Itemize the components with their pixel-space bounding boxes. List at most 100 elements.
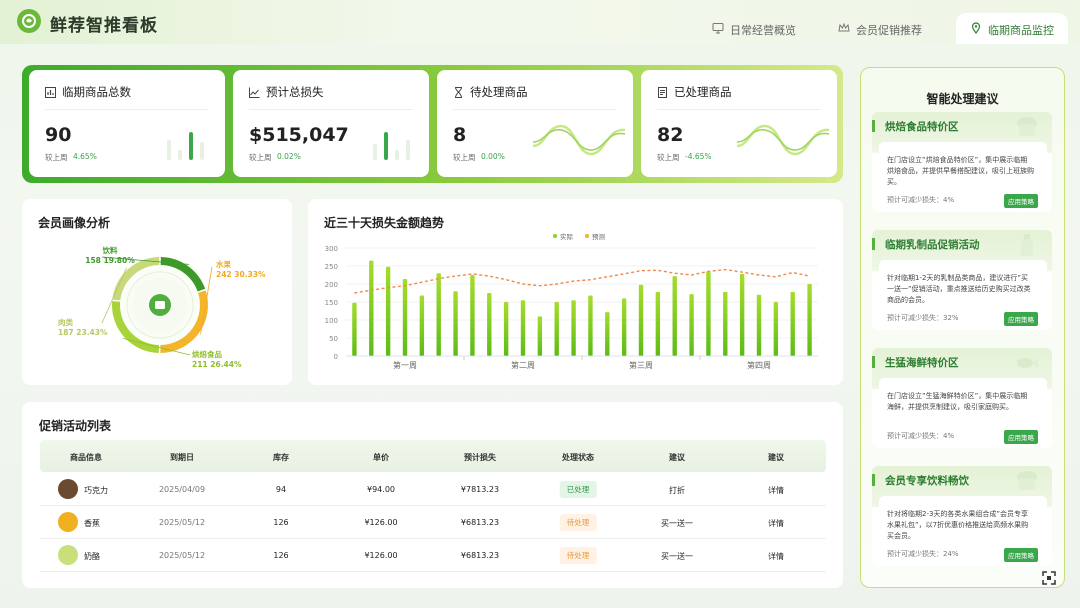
apply-strategy-button[interactable]: 应用策略: [1004, 312, 1038, 326]
trend-bar[interactable]: [621, 298, 627, 356]
trend-bar[interactable]: [605, 312, 610, 356]
kpi-card-pending[interactable]: 待处理商品 8 较上周 0.00%: [437, 70, 633, 177]
estimated-loss: ¥6813.23: [460, 551, 500, 560]
tab-daily-overview[interactable]: 日常经营概览: [712, 12, 796, 44]
slice-value-label: 242 30.33%: [216, 270, 266, 279]
area-chart-icon: [249, 87, 260, 98]
legend-swatch-actual: [553, 234, 557, 238]
kpi-card-expiring-total[interactable]: 临期商品总数 90 较上周 4.65%: [29, 70, 225, 177]
x-tick-label: 第三周: [629, 360, 653, 370]
table-row[interactable]: 奶酪 2025/05/12 126 ¥126.00 ¥6813.23 待处理 买…: [40, 539, 826, 572]
trend-bar[interactable]: [470, 275, 475, 356]
kpi-value: $515,047: [249, 124, 349, 146]
x-tick-label: 第四周: [747, 360, 771, 370]
unit-price: ¥94.00: [367, 485, 395, 494]
trend-bar[interactable]: [385, 266, 391, 356]
table-header: 商品信息 到期日 库存 单价 预计损失 处理状态 建议 建议: [40, 440, 826, 472]
mini-wave-chart: [736, 124, 830, 156]
kpi-title: 预计总损失: [266, 85, 324, 99]
column-header: 预计损失: [464, 453, 496, 462]
trend-bar[interactable]: [436, 273, 441, 356]
kpi-compare-label: 较上周: [249, 153, 272, 162]
detail-link[interactable]: 详情: [768, 518, 784, 529]
fish-icon: [1017, 358, 1038, 368]
trend-bar[interactable]: [739, 273, 745, 356]
card-saving: 预计可减少损失：24%: [887, 549, 959, 559]
trend-bar[interactable]: [773, 302, 779, 356]
divider: [453, 109, 617, 110]
trend-bar[interactable]: [706, 271, 711, 356]
trend-bar[interactable]: [503, 302, 509, 356]
legend-swatch-forecast: [585, 234, 589, 238]
trend-bar[interactable]: [369, 260, 374, 356]
trend-bar[interactable]: [487, 293, 492, 356]
cake-icon: [1017, 117, 1037, 136]
card-text: 在门店设立”生猛海鲜特价区”，集中展示临期海鲜，并提供烹制建议，吸引家庭购买。: [887, 392, 1028, 411]
expiry-date: 2025/05/12: [158, 518, 206, 527]
fullscreen-icon[interactable]: [1042, 571, 1056, 585]
y-tick-label: 150: [325, 299, 338, 307]
tab-member-promo[interactable]: 会员促销推荐: [838, 12, 922, 44]
estimated-loss: ¥7813.23: [460, 485, 500, 494]
milk-bottle-icon: [1021, 234, 1033, 256]
sidebar-title: 智能处理建议: [926, 92, 999, 106]
trend-bar[interactable]: [756, 294, 762, 356]
slice-value-label: 158 19.80%: [85, 256, 135, 265]
kpi-card-estimated-loss[interactable]: 预计总损失 $515,047 较上周 0.02%: [233, 70, 429, 177]
tab-label: 临期商品监控: [988, 24, 1054, 37]
accent-bar: [872, 356, 875, 368]
unit-price: ¥126.00: [364, 518, 398, 527]
saving-label: 预计可减少损失：: [887, 196, 943, 204]
detail-link[interactable]: 详情: [768, 551, 784, 562]
trend-bar[interactable]: [453, 291, 458, 356]
saving-label: 预计可减少损失：: [887, 550, 943, 558]
crown-icon: [838, 22, 850, 32]
trend-bar[interactable]: [790, 291, 795, 356]
trend-bar[interactable]: [419, 295, 425, 356]
status-badge: 已处理: [559, 481, 597, 498]
apply-strategy-button[interactable]: 应用策略: [1004, 548, 1038, 562]
trend-bar[interactable]: [571, 300, 576, 356]
column-header: 到期日: [170, 453, 194, 462]
suggestion: 买一送一: [661, 552, 693, 561]
slice-label: 肉类: [58, 317, 73, 327]
x-tick-label: 第一周: [393, 360, 417, 370]
trend-bar[interactable]: [537, 316, 543, 356]
hourglass-icon: [455, 86, 462, 98]
card-saving: 预计可减少损失：4%: [887, 195, 954, 205]
saving-label: 预计可减少损失：: [887, 314, 943, 322]
legend-label: 预测: [592, 232, 606, 241]
trend-bar[interactable]: [672, 276, 677, 356]
kpi-change: 4.65%: [73, 152, 97, 161]
kpi-change: -4.65%: [685, 152, 712, 161]
trend-bar[interactable]: [520, 300, 526, 356]
cake-icon: [1017, 471, 1037, 490]
trend-bar[interactable]: [352, 302, 357, 356]
saving-value: 4%: [943, 196, 955, 204]
trend-bar[interactable]: [655, 291, 661, 356]
kpi-card-processed[interactable]: 已处理商品 82 较上周 -4.65%: [641, 70, 837, 177]
kpi-title: 临期商品总数: [62, 85, 131, 99]
apply-strategy-button[interactable]: 应用策略: [1004, 430, 1038, 444]
unit-price: ¥126.00: [364, 551, 398, 560]
column-header: 单价: [373, 453, 389, 462]
kpi-title: 已处理商品: [674, 85, 732, 99]
trend-bar[interactable]: [402, 278, 408, 356]
table-row[interactable]: 香蕉 2025/05/12 126 ¥126.00 ¥6813.23 待处理 买…: [40, 506, 826, 539]
kpi-value: 82: [657, 124, 684, 146]
tab-expiring-monitor[interactable]: 临期商品监控: [956, 13, 1068, 44]
trend-bar[interactable]: [689, 294, 694, 356]
table-row[interactable]: 巧克力 2025/04/09 94 ¥94.00 ¥7813.23 已处理 打折…: [40, 473, 826, 506]
saving-value: 4%: [943, 432, 955, 440]
trend-bar[interactable]: [807, 284, 812, 356]
mini-bar-chart: [167, 132, 204, 160]
trend-bar[interactable]: [723, 291, 728, 356]
suggestion-card: 临期乳制品促销活动 针对临期1-2天的乳制品类商品，建议进行”买一送一”促销活动…: [872, 230, 1052, 330]
apply-strategy-button[interactable]: 应用策略: [1004, 194, 1038, 208]
trend-bar[interactable]: [554, 302, 559, 356]
trend-bar[interactable]: [638, 284, 644, 356]
card-text: 在门店设立”烘焙食品特价区”，集中展示临期烘焙食品，并提供早餐搭配建议，吸引上班…: [887, 156, 1034, 186]
y-tick-label: 300: [325, 245, 338, 253]
detail-link[interactable]: 详情: [768, 485, 784, 496]
trend-bar[interactable]: [588, 295, 593, 356]
